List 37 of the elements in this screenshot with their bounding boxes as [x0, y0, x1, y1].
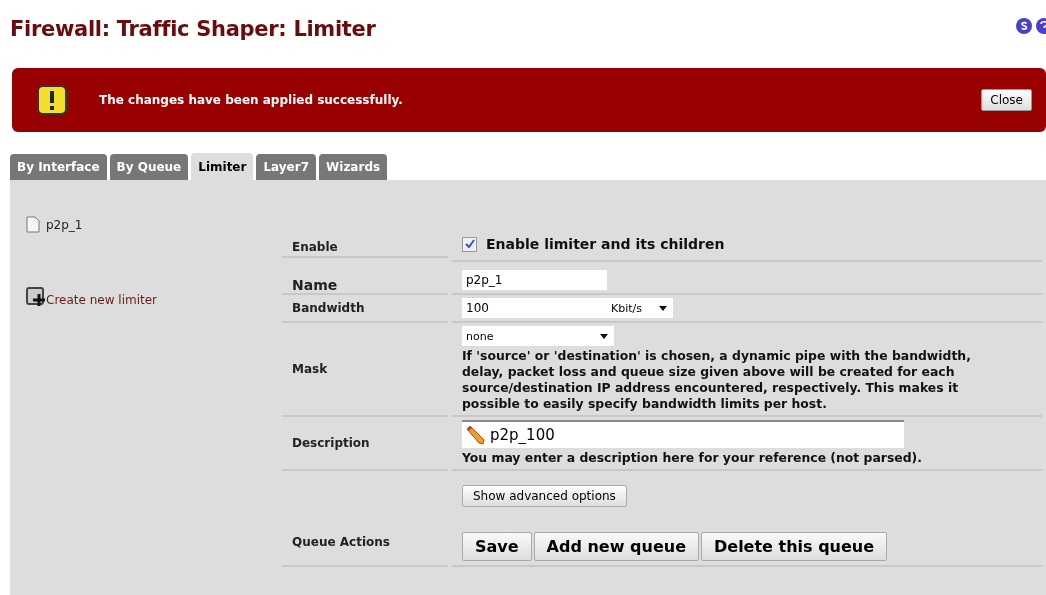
field-label: Queue Actions — [292, 534, 390, 549]
mask-dropdown[interactable]: none — [462, 326, 614, 346]
alert-message: The changes have been applied successfully. — [99, 93, 404, 107]
action-button[interactable]: Add new queue — [533, 532, 699, 561]
caret-icon — [600, 333, 608, 339]
pencil-icon — [465, 425, 485, 445]
close-button[interactable]: Close — [981, 89, 1032, 111]
action-button[interactable]: Save — [462, 532, 532, 561]
field-label: Mask — [292, 362, 328, 376]
tab[interactable]: Layer7 — [256, 154, 317, 180]
tab[interactable]: Wizards — [319, 154, 388, 180]
create-limiter-link[interactable]: Create new limiter — [46, 293, 158, 307]
field-label: Name — [292, 277, 338, 293]
show-advanced-button[interactable]: Show advanced options — [462, 485, 627, 507]
warning-icon — [37, 85, 67, 115]
caret-icon — [659, 305, 667, 311]
field-label: Bandwidth — [292, 301, 365, 315]
name-field[interactable]: p2p_1 — [462, 270, 607, 290]
tab[interactable]: By Queue — [109, 154, 189, 180]
mask-help-text: If 'source' or 'destination' is chosen, a dynamic pipe with the bandwidth, delay, packet loss and queue size given above will be created for each source/destination IP address encountered, respectively. This makes it possible to easily specify bandwidth limits per host. — [462, 348, 972, 412]
field-label: Enable — [292, 240, 338, 254]
checkbox[interactable] — [462, 236, 477, 252]
action-button[interactable]: Delete this queue — [701, 532, 888, 561]
field-label: Description — [292, 436, 370, 450]
document-icon — [26, 216, 40, 233]
status-icon[interactable] — [1016, 18, 1032, 34]
tab[interactable]: Limiter — [191, 153, 254, 180]
description-help-text: You may enter a description here for your reference (not parsed). — [462, 450, 923, 466]
checkbox-label: Enable limiter and its children — [486, 236, 725, 252]
add-icon[interactable] — [26, 287, 46, 307]
tab[interactable]: By Interface — [10, 154, 107, 180]
bandwidth-field[interactable]: 100 — [462, 298, 607, 318]
limiter-link[interactable]: p2p_1 — [46, 217, 83, 232]
unit-dropdown[interactable]: Kbit/s — [607, 298, 673, 318]
description-field[interactable]: p2p_100 — [462, 420, 904, 448]
help-icon[interactable] — [1036, 18, 1046, 34]
page-title: Firewall: Traffic Shaper: Limiter — [10, 17, 376, 41]
